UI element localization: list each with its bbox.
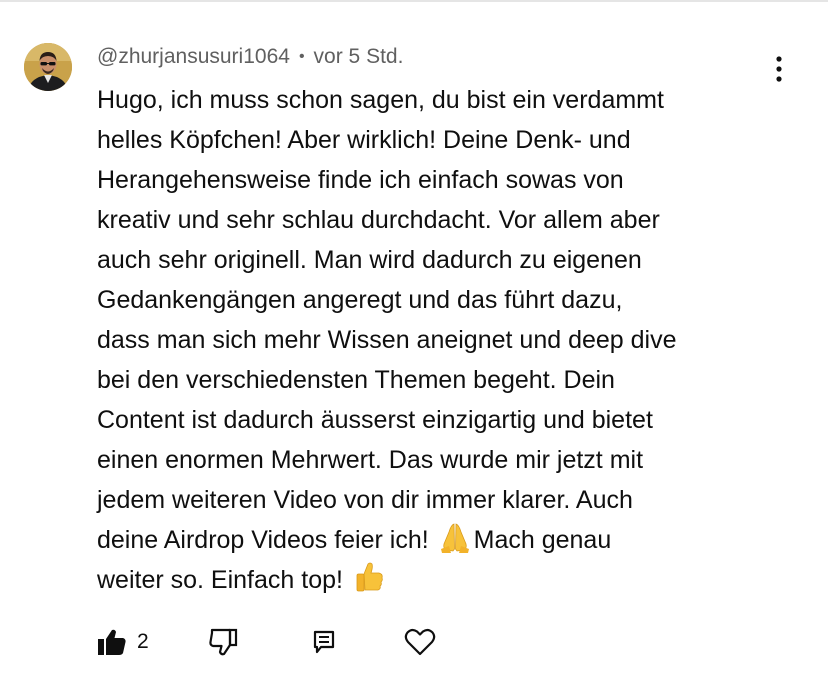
avatar[interactable] [24,43,72,91]
like-button[interactable]: 2 [97,622,149,662]
comment-thread: @zhurjansusuri1064 • vor 5 Std. Hugo, ic… [0,0,828,687]
folded-hands-emoji [440,523,469,553]
dislike-button[interactable] [209,622,239,662]
comment-body-line: deine Airdrop Videos feier ich! Mach gen… [97,520,787,560]
comment-body-line: weiter so. Einfach top! [97,560,787,600]
reply-button[interactable] [312,622,336,662]
comment-timestamp[interactable]: vor 5 Std. [314,45,404,69]
comment-body-line: Gedankengängen angeregt und das führt da… [97,286,623,314]
comment-body-line: Herangehensweise finde ich einfach sowas… [97,166,624,194]
comment-body-line: jedem weiteren Video von dir immer klare… [97,486,633,514]
comment-body-line: Hugo, ich muss schon sagen, du bist ein … [97,86,664,114]
thumbs-up-emoji [356,562,383,592]
comment-body: Hugo, ich muss schon sagen, du bist ein … [97,80,787,600]
thumbs-down-outline-icon [209,628,238,656]
comment-actions: 2 [97,622,497,662]
author-handle[interactable]: @zhurjansusuri1064 [97,45,290,69]
comment-body-line: einen enormen Mehrwert. Das wurde mir je… [97,446,644,474]
like-count: 2 [137,630,149,653]
comment-body-text: weiter so. Einfach top! [97,566,350,594]
comment-body-line: kreativ und sehr schlau durchdacht. Vor … [97,206,660,234]
comment-body-line: dass man sich mehr Wissen aneignet und d… [97,326,677,354]
comment-body-text: Mach genau [473,526,612,554]
avatar-image [24,43,72,91]
comment-header: @zhurjansusuri1064 • vor 5 Std. [97,44,403,70]
comment-body-line: Content ist dadurch äusserst einzigartig… [97,406,653,434]
heart-outline-icon [404,628,436,656]
comment-body-line: bei den verschiedensten Themen begeht. D… [97,366,615,394]
comment-body-line: helles Köpfchen! Aber wirklich! Deine De… [97,126,631,154]
heart-button[interactable] [404,622,436,662]
header-separator: • [298,48,305,65]
reply-comment-icon [313,630,335,654]
more-vert-icon [776,56,782,82]
thumbs-up-filled-icon [98,629,126,655]
comment-body-text: deine Airdrop Videos feier ich! [97,526,436,554]
comment-body-line: auch sehr originell. Man wird dadurch zu… [97,246,642,274]
